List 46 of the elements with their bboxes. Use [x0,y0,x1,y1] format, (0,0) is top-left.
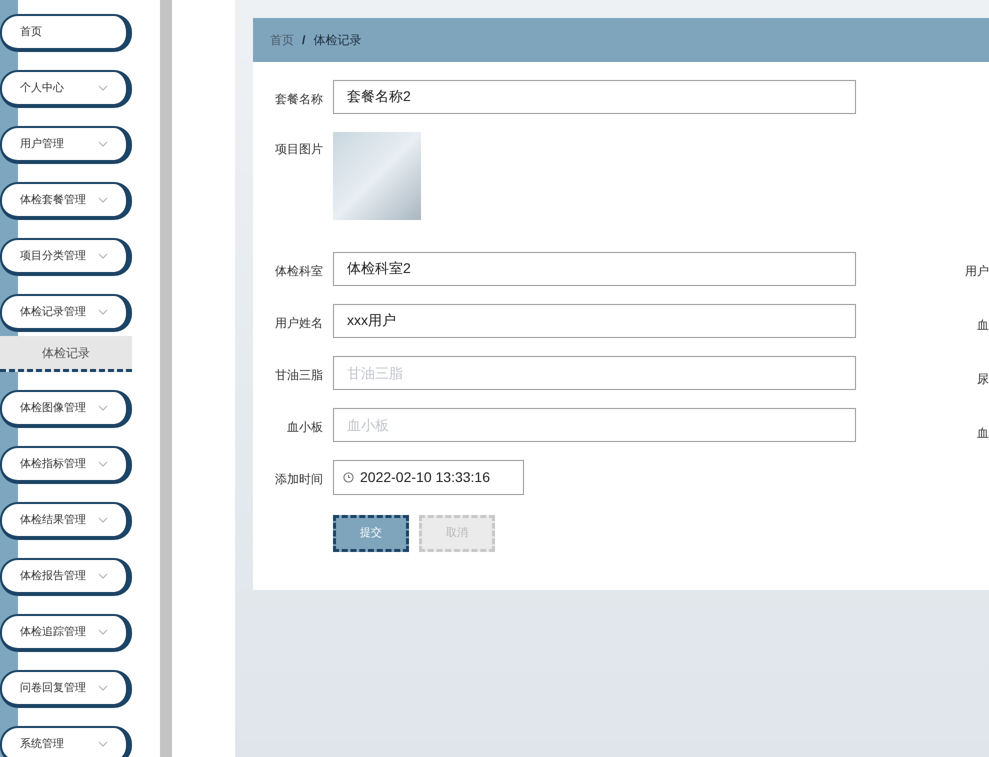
field-label: 项目图片 [275,141,323,158]
chevron-down-icon [98,685,108,691]
sidebar-menu-item[interactable]: 首页 [0,14,132,52]
chevron-down-icon [98,309,108,315]
sidebar-menu-item[interactable]: 系统管理 [0,726,132,757]
chevron-down-icon [98,197,108,203]
chevron-down-icon [98,461,108,467]
field-label: 体检科室 [275,263,323,280]
chevron-down-icon [98,85,108,91]
sidebar-menu-item[interactable]: 用户管理 [0,126,132,164]
chevron-down-icon [98,573,108,579]
sidebar-menu-item[interactable]: 个人中心 [0,70,132,108]
sidebar-menu-item[interactable]: 体检套餐管理 [0,182,132,220]
input-field[interactable]: 血小板 [333,408,856,442]
input-field[interactable]: 套餐名称2 [333,80,856,114]
field-label: 甘油三脂 [275,367,323,384]
field-label: 血 [977,317,989,333]
field-label: 用户姓名 [275,315,323,332]
chevron-down-icon [98,517,108,523]
chevron-down-icon [98,253,108,259]
chevron-down-icon [98,141,108,147]
chevron-down-icon [98,405,108,411]
sidebar-submenu-item[interactable]: 体检记录 [0,336,132,372]
sidebar-menu-item[interactable]: 体检图像管理 [0,390,132,428]
chevron-down-icon [98,741,108,747]
field-label: 套餐名称 [275,91,323,108]
field-label: 尿 [977,371,989,387]
field-label: 血小板 [287,419,323,436]
breadcrumb-item: 体检记录 [313,32,362,49]
sidebar-menu-item[interactable]: 项目分类管理 [0,238,132,276]
breadcrumb-separator: / [302,32,306,49]
field-label: 添加时间 [275,471,323,488]
sidebar-menu-item[interactable]: 体检结果管理 [0,502,132,540]
field-label: 用户 [965,263,989,279]
sidebar-menu-item[interactable]: 问卷回复管理 [0,670,132,708]
clock-icon [343,472,354,483]
field-label: 血 [977,425,989,441]
sidebar-menu-item[interactable]: 体检报告管理 [0,558,132,596]
date-time-field[interactable]: 2022-02-10 13:33:16 [333,460,524,495]
sidebar-menu-item[interactable]: 体检记录管理 [0,294,132,332]
sidebar-menu-item[interactable]: 体检指标管理 [0,446,132,484]
sidebar-menu-item[interactable]: 体检追踪管理 [0,614,132,652]
input-field[interactable]: 体检科室2 [333,252,856,286]
input-field[interactable]: 甘油三脂 [333,356,856,390]
input-field[interactable]: xxx用户 [333,304,856,338]
chevron-down-icon [98,629,108,635]
